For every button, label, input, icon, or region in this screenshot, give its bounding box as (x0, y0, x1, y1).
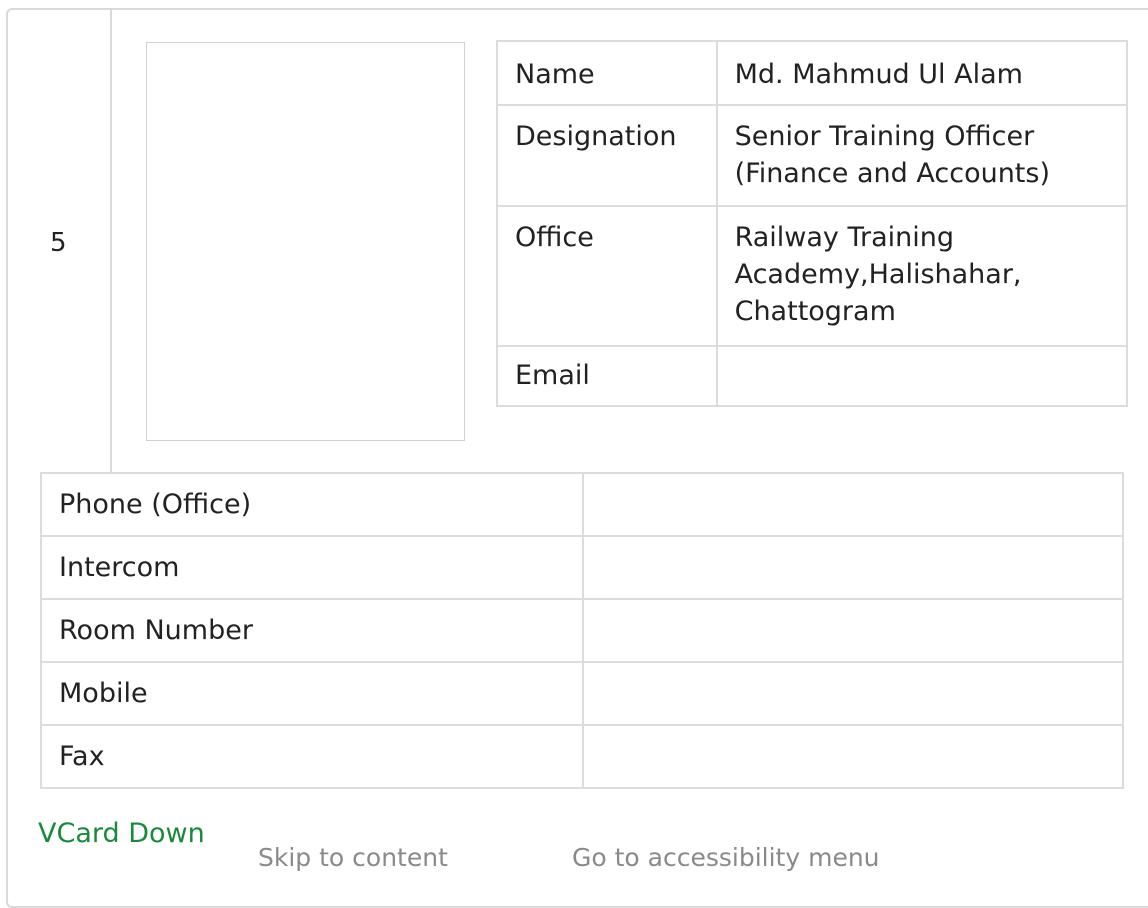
room-number-label: Room Number (40, 598, 584, 663)
skip-to-content-link[interactable]: Skip to content (258, 843, 448, 872)
table-row: Email (496, 345, 1129, 407)
table-row: Phone (Office) (40, 472, 1124, 537)
officer-photo (146, 42, 465, 441)
email-label: Email (496, 345, 718, 407)
serial-number: 5 (50, 228, 67, 258)
vcard-download-link[interactable]: VCard Down (38, 818, 205, 849)
table-row: Fax (40, 724, 1124, 789)
name-value: Md. Mahmud Ul Alam (715, 40, 1129, 106)
column-divider (110, 8, 112, 474)
mobile-label: Mobile (40, 661, 584, 726)
table-row: Mobile (40, 661, 1124, 726)
designation-value: Senior Training Officer (Finance and Acc… (715, 104, 1129, 207)
table-row: Office Railway Training Academy,Halishah… (496, 205, 1129, 347)
table-row: Intercom (40, 535, 1124, 600)
table-row: Designation Senior Training Officer (Fin… (496, 104, 1129, 207)
phone-office-label: Phone (Office) (40, 472, 584, 537)
intercom-label: Intercom (40, 535, 584, 600)
office-value: Railway Training Academy,Halishahar, Cha… (715, 205, 1129, 347)
designation-label: Designation (496, 104, 718, 207)
name-label: Name (496, 40, 718, 106)
mobile-value (582, 661, 1124, 726)
email-value[interactable] (715, 345, 1129, 407)
room-number-value (582, 598, 1124, 663)
intercom-value (582, 535, 1124, 600)
fax-value (582, 724, 1124, 789)
officer-info-table: Name Md. Mahmud Ul Alam Designation Seni… (496, 40, 1129, 407)
table-row: Room Number (40, 598, 1124, 663)
fax-label: Fax (40, 724, 584, 789)
accessibility-menu-link[interactable]: Go to accessibility menu (572, 843, 880, 872)
office-label: Office (496, 205, 718, 347)
phone-office-value (582, 472, 1124, 537)
table-row: Name Md. Mahmud Ul Alam (496, 40, 1129, 106)
contact-table: Phone (Office) Intercom Room Number Mobi… (40, 472, 1124, 789)
